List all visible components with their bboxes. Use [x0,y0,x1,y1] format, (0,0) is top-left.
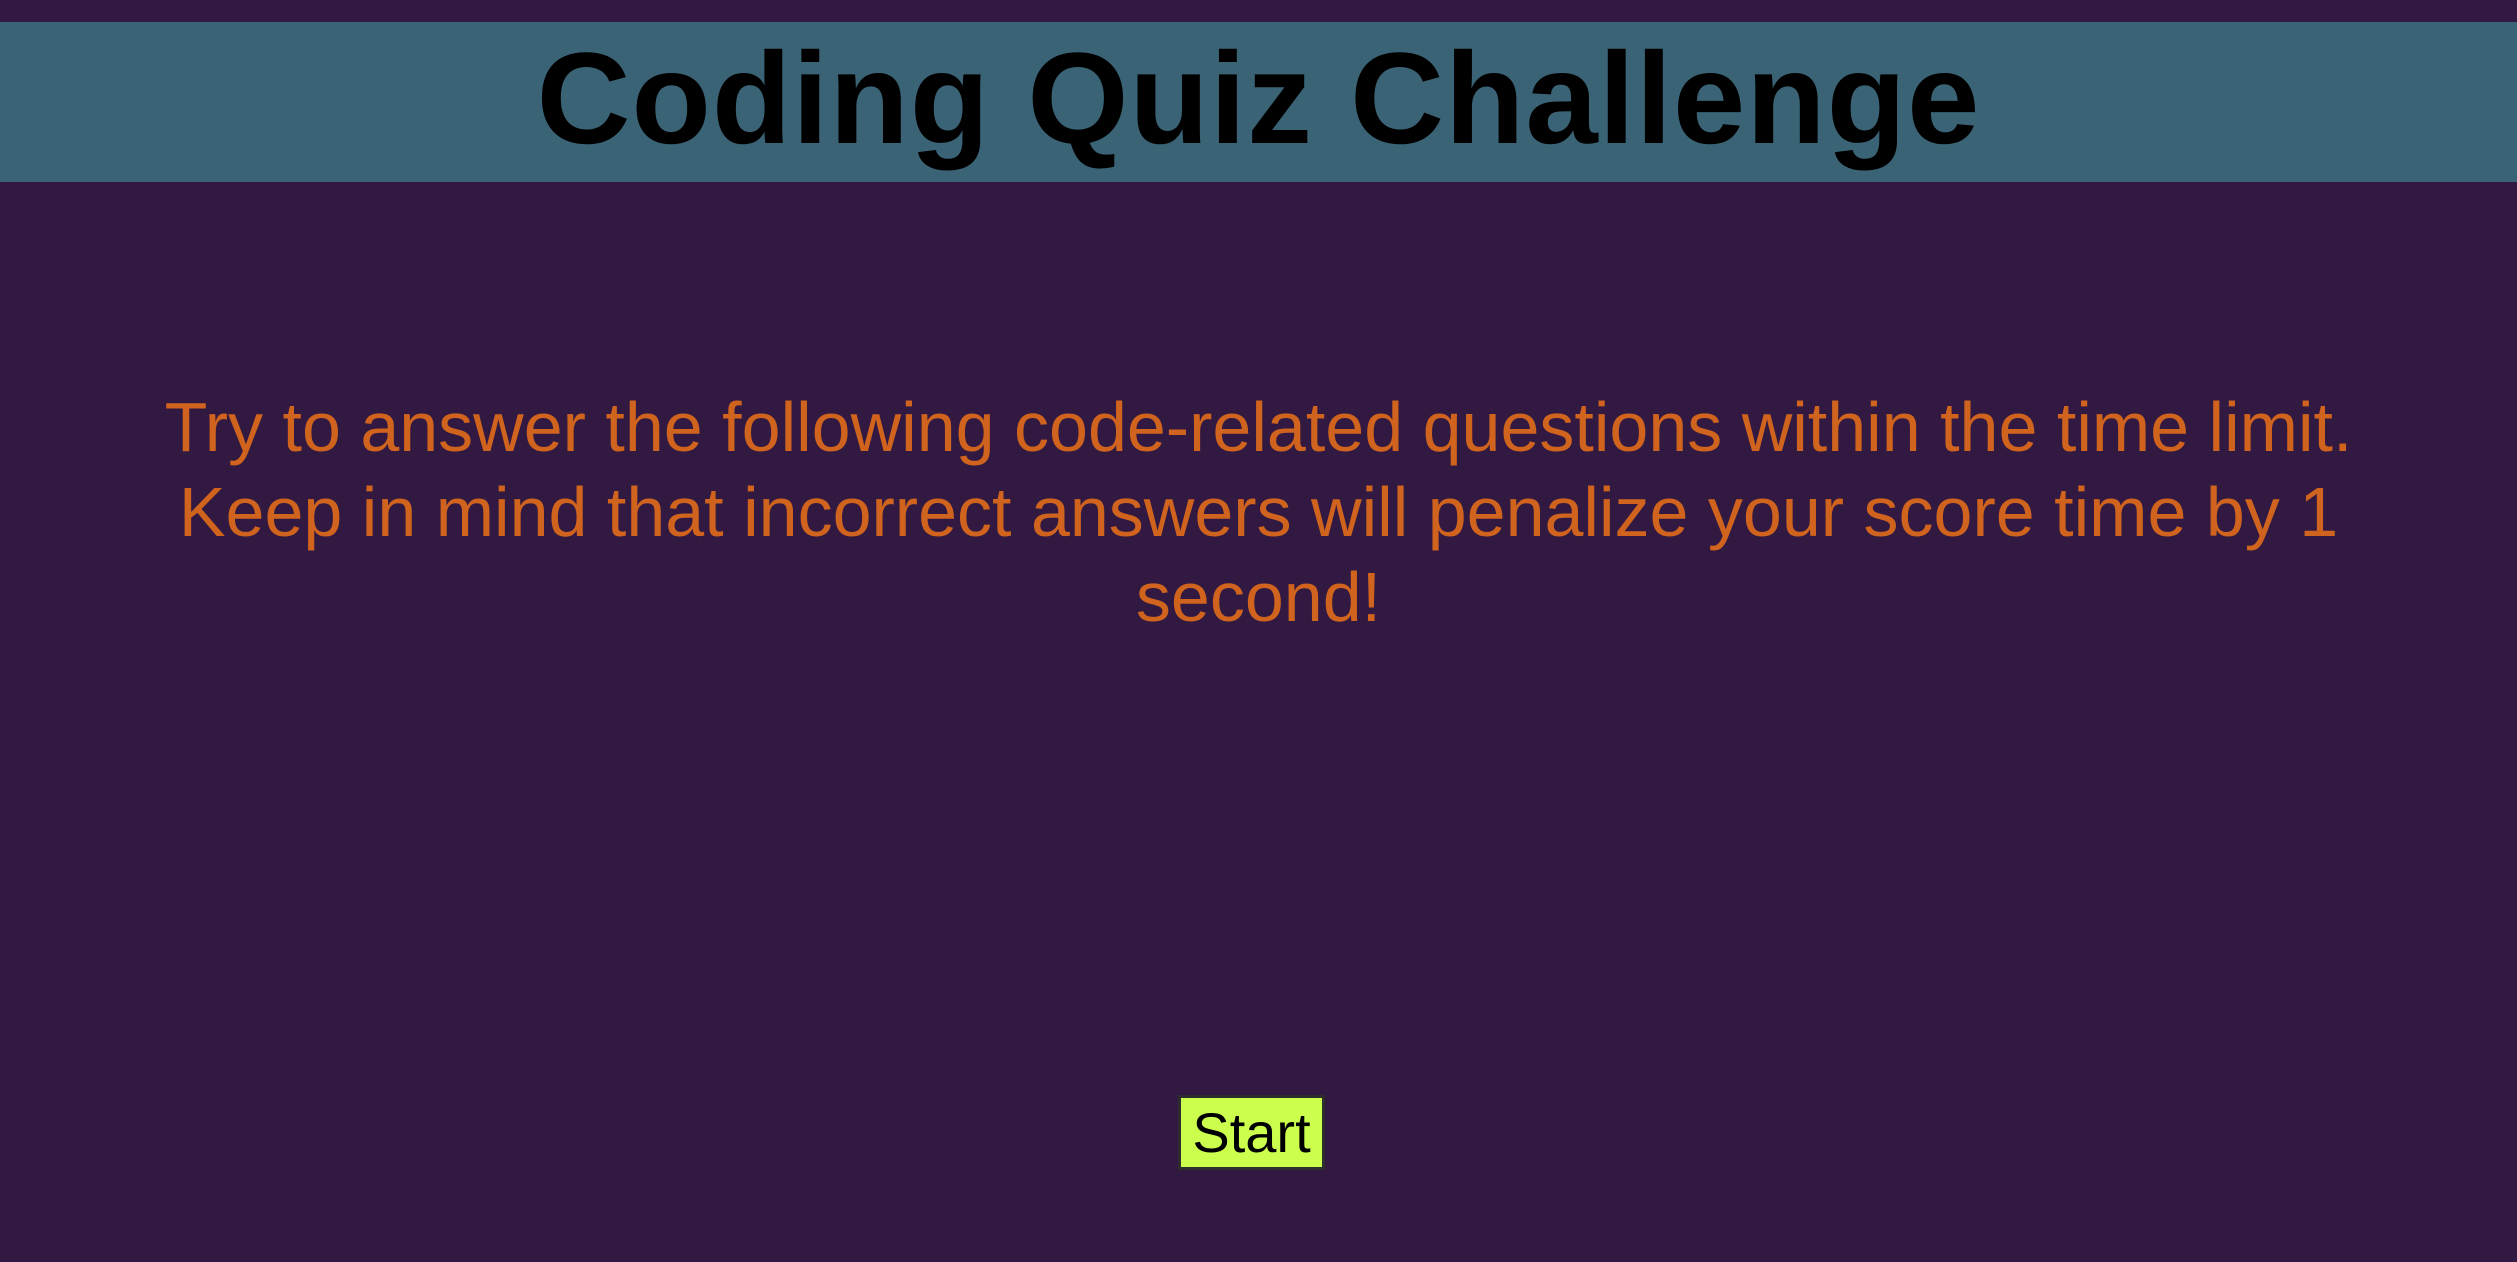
start-button[interactable]: Start [1178,1095,1325,1170]
page-header: Coding Quiz Challenge [0,22,2517,182]
quiz-instructions: Try to answer the following code-related… [164,388,2353,636]
page-title: Coding Quiz Challenge [536,25,1981,171]
